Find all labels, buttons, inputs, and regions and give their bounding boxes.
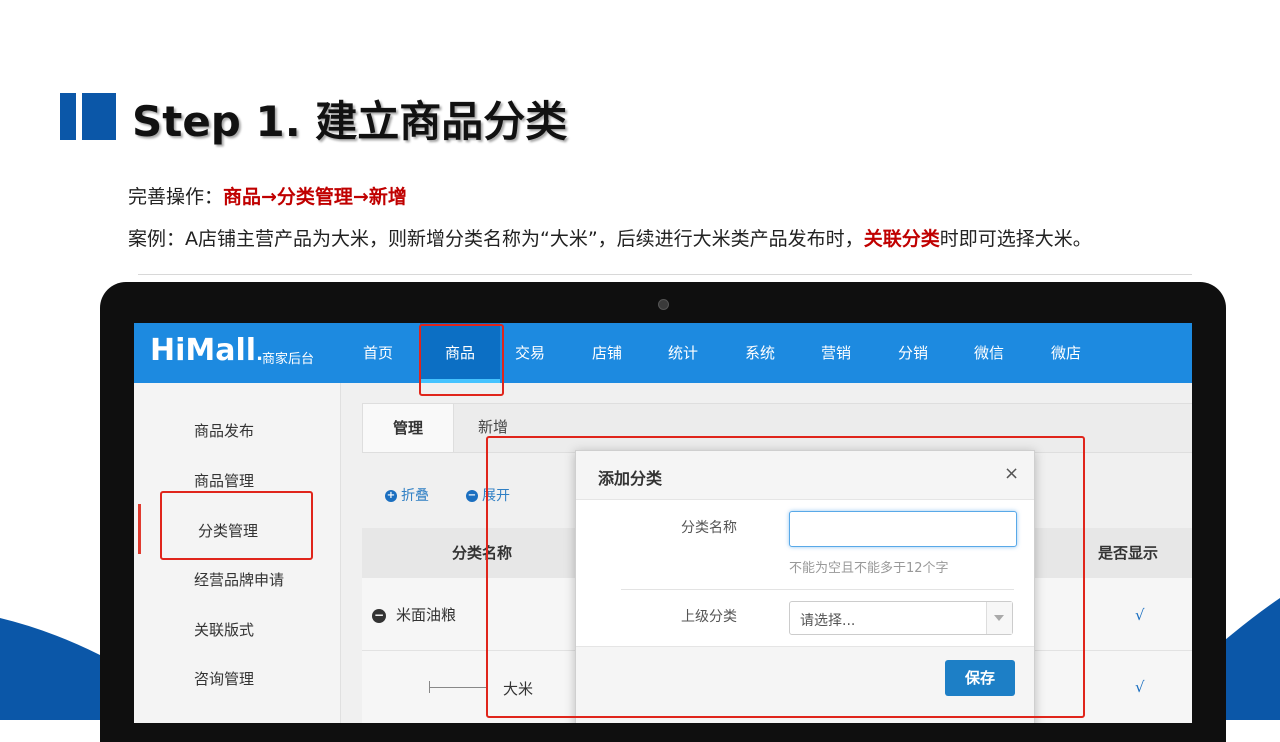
sidebar-item-brand[interactable]: 经营品牌申请	[194, 569, 284, 590]
collapse-node-icon[interactable]: −	[372, 608, 386, 623]
nav-stats[interactable]: 统计	[653, 323, 713, 383]
collapse-icon: +	[385, 490, 397, 502]
example-suffix: 时即可选择大米。	[939, 228, 1092, 250]
tree-connector-line	[429, 687, 487, 688]
title-accent-block	[82, 93, 116, 140]
nav-marketing[interactable]: 营销	[806, 323, 866, 383]
example-line: 案例：A店铺主营产品为大米，则新增分类名称为“大米”，后续进行大米类产品发布时，…	[128, 224, 1092, 251]
instruction-prefix: 完善操作：	[128, 186, 224, 208]
nav-trade[interactable]: 交易	[500, 323, 560, 383]
app-header: HiMall. 商家后台 首页 商品 交易 店铺 统计 系统 营销 分销 微信 …	[134, 323, 1192, 383]
slide-title: Step 1. 建立商品分类	[132, 97, 568, 146]
logo-subtitle: 商家后台	[262, 352, 315, 367]
nav-shop[interactable]: 店铺	[577, 323, 637, 383]
sidebar-item-publish[interactable]: 商品发布	[194, 420, 254, 441]
column-visible: 是否显示	[1098, 544, 1159, 562]
nav-microshop[interactable]: 微店	[1036, 323, 1096, 383]
nav-wechat[interactable]: 微信	[959, 323, 1019, 383]
example-prefix: 案例：A店铺主营产品为大米，则新增分类名称为“大米”，后续进行大米类产品发布时，	[128, 228, 864, 250]
sidebar-item-consult[interactable]: 咨询管理	[194, 668, 254, 689]
example-highlight: 关联分类	[863, 228, 940, 250]
collapse-button[interactable]: + 折叠	[385, 485, 429, 505]
sidebar-item-layout[interactable]: 关联版式	[194, 619, 254, 640]
divider-line	[138, 274, 1192, 275]
highlight-dialog	[486, 436, 1085, 718]
visible-check: √	[1135, 606, 1145, 624]
sidebar-active-marker	[138, 504, 141, 554]
title-accent-bar	[60, 93, 76, 140]
tab-manage[interactable]: 管理	[362, 403, 454, 452]
nav-system[interactable]: 系统	[730, 323, 790, 383]
nav-home[interactable]: 首页	[348, 323, 408, 383]
himall-logo: HiMall.	[150, 333, 263, 368]
instruction-line: 完善操作：商品→分类管理→新增	[128, 182, 407, 209]
instruction-path: 商品→分类管理→新增	[223, 186, 407, 208]
highlight-sidebar-category	[160, 491, 313, 560]
visible-check: √	[1135, 678, 1145, 696]
nav-distribution[interactable]: 分销	[883, 323, 943, 383]
expand-icon: −	[466, 490, 478, 502]
sidebar-item-manage[interactable]: 商品管理	[194, 470, 254, 491]
highlight-nav-goods	[419, 324, 504, 396]
camera-dot	[658, 299, 669, 310]
row-name: − 米面油粮	[372, 606, 457, 624]
